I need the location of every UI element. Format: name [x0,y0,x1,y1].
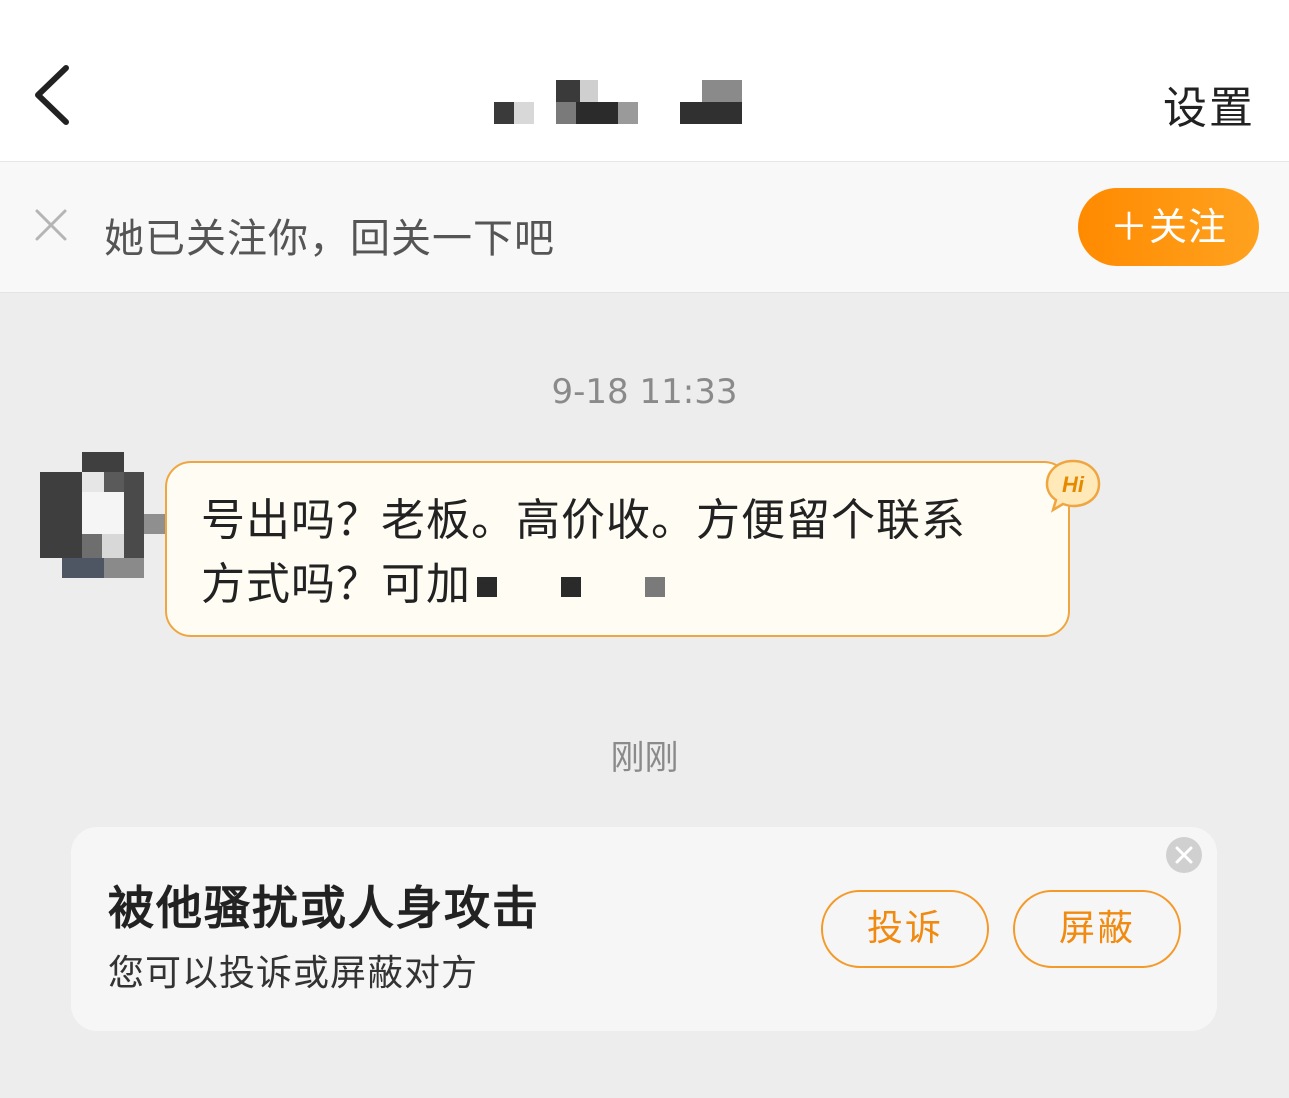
sender-avatar[interactable] [40,452,166,578]
chevron-left-icon [35,65,69,125]
report-card-subtitle: 您可以投诉或屏蔽对方 [108,953,479,994]
follow-button[interactable]: ＋关注 [1078,188,1259,266]
redacted-block [645,577,665,597]
redacted-block [477,577,497,597]
settings-button[interactable]: 设置 [1163,72,1255,136]
close-icon [35,209,67,241]
hi-badge: Hi [1044,458,1102,514]
report-card-close-button[interactable] [1165,836,1203,874]
complain-button[interactable]: 投诉 [821,890,989,968]
message-line: 方式吗？可加 [201,553,1041,617]
message-bubble[interactable]: 号出吗？老板。高价收。方便留个联系 方式吗？可加 [165,461,1070,637]
nav-header: 设置 [0,0,1289,162]
message-line: 号出吗？老板。高价收。方便留个联系 [201,495,966,546]
hi-badge-icon: Hi [1045,459,1101,513]
follow-back-prompt: 她已关注你，回关一下吧 [104,216,555,262]
hi-badge-text: Hi [1062,472,1085,497]
report-card-title: 被他骚扰或人身攻击 [108,881,540,935]
close-circle-icon [1166,837,1202,873]
message-text: 号出吗？老板。高价收。方便留个联系 方式吗？可加 [201,489,1041,617]
redacted-block [561,577,581,597]
pixelated-username [494,62,754,130]
follow-bar-close-button[interactable] [34,208,68,242]
back-button[interactable] [28,62,88,128]
message-timestamp: 9-18 11:33 [551,372,738,412]
message-line-text: 方式吗？可加 [201,559,471,610]
message-timestamp: 刚刚 [610,738,679,778]
block-button[interactable]: 屏蔽 [1013,890,1181,968]
